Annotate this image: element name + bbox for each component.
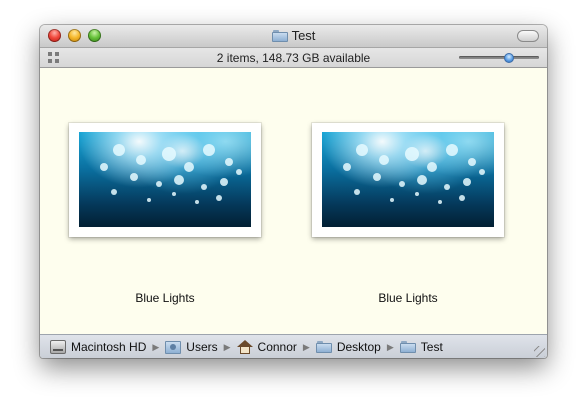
sparkle-dot	[147, 198, 151, 202]
slider-knob[interactable]	[503, 53, 514, 63]
file-item-label[interactable]: Blue Lights	[312, 291, 504, 305]
path-item-desktop[interactable]: Desktop	[315, 340, 381, 354]
sparkle-dot	[136, 155, 146, 165]
image-thumbnail[interactable]	[312, 123, 504, 237]
hard-drive-icon	[50, 340, 66, 354]
path-bar: Macintosh HD ▶ Users ▶ Connor ▶ Desktop …	[40, 334, 547, 358]
folder-icon	[399, 341, 416, 353]
sparkle-dot	[354, 189, 360, 195]
sparkle-dot	[236, 169, 242, 175]
sparkle-dot	[100, 163, 108, 171]
title-bar[interactable]: Test	[40, 25, 547, 48]
sparkle-dot	[343, 163, 351, 171]
path-item-label: Users	[186, 340, 218, 354]
sparkle-dot	[479, 169, 485, 175]
sparkle-dot	[415, 192, 419, 196]
sparkle-dot	[172, 192, 176, 196]
sparkle-dot	[195, 200, 199, 204]
path-item-macintosh-hd[interactable]: Macintosh HD	[50, 340, 146, 354]
sparkle-dot	[184, 162, 194, 172]
status-bar: 2 items, 148.73 GB available	[40, 48, 547, 68]
sparkle-dot	[459, 195, 465, 201]
sparkle-dot	[399, 181, 405, 187]
sparkle-dot	[405, 147, 419, 161]
sparkles-decoration	[100, 144, 242, 204]
path-item-label: Desktop	[336, 340, 381, 354]
sparkle-dot	[463, 178, 471, 186]
slider-track	[459, 56, 539, 59]
sparkle-dot	[220, 178, 228, 186]
sparkle-dot	[111, 189, 117, 195]
path-item-label: Macintosh HD	[71, 340, 147, 354]
sparkle-dot	[130, 173, 138, 181]
path-item-test[interactable]: Test	[399, 340, 443, 354]
sparkle-dot	[390, 198, 394, 202]
path-separator-icon: ▶	[223, 341, 231, 352]
file-item[interactable]	[312, 123, 504, 237]
icon-size-slider[interactable]	[459, 53, 539, 63]
thumbnail-image	[79, 132, 251, 227]
sparkle-dot	[216, 195, 222, 201]
sparkle-dot	[225, 158, 233, 166]
sparkle-dot	[156, 181, 162, 187]
sparkle-dot	[373, 173, 381, 181]
sparkle-dot	[446, 144, 458, 156]
toolbar-toggle-button[interactable]	[517, 30, 539, 42]
sparkle-dot	[113, 144, 125, 156]
file-item-label[interactable]: Blue Lights	[69, 291, 261, 305]
sparkle-dot	[444, 184, 450, 190]
resize-grip[interactable]	[534, 346, 545, 357]
icon-view[interactable]: Blue Lights Blue Lights	[40, 68, 547, 334]
sparkle-dot	[417, 175, 427, 185]
window-title-area: Test	[40, 28, 547, 44]
home-icon	[236, 340, 253, 354]
folder-icon	[315, 341, 332, 353]
path-separator-icon: ▶	[386, 341, 394, 352]
path-item-users[interactable]: Users	[165, 340, 218, 354]
path-item-label: Test	[420, 340, 443, 354]
sparkle-dot	[427, 162, 437, 172]
thumbnail-image	[322, 132, 494, 227]
folder-icon	[271, 30, 288, 42]
sparkle-dot	[162, 147, 176, 161]
users-folder-icon	[165, 340, 182, 354]
sparkle-dot	[468, 158, 476, 166]
sparkle-dot	[438, 200, 442, 204]
path-separator-icon: ▶	[302, 341, 310, 352]
image-thumbnail[interactable]	[69, 123, 261, 237]
sparkles-decoration	[343, 144, 485, 204]
sparkle-dot	[201, 184, 207, 190]
finder-window: Test 2 items, 148.73 GB available Blue L…	[40, 25, 547, 358]
sparkle-dot	[174, 175, 184, 185]
sparkle-dot	[203, 144, 215, 156]
sparkle-dot	[379, 155, 389, 165]
path-item-label: Connor	[257, 340, 297, 354]
path-item-connor[interactable]: Connor	[236, 340, 297, 354]
window-title: Test	[291, 28, 316, 43]
path-separator-icon: ▶	[152, 341, 160, 352]
file-item[interactable]	[69, 123, 261, 237]
sparkle-dot	[356, 144, 368, 156]
